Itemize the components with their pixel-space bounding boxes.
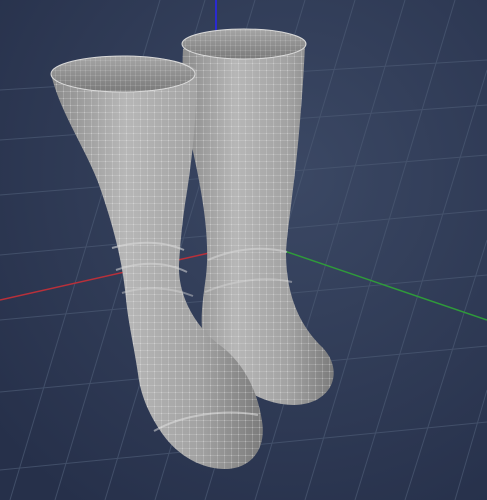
- viewport-canvas[interactable]: [0, 0, 487, 500]
- 3d-viewport[interactable]: [0, 0, 487, 500]
